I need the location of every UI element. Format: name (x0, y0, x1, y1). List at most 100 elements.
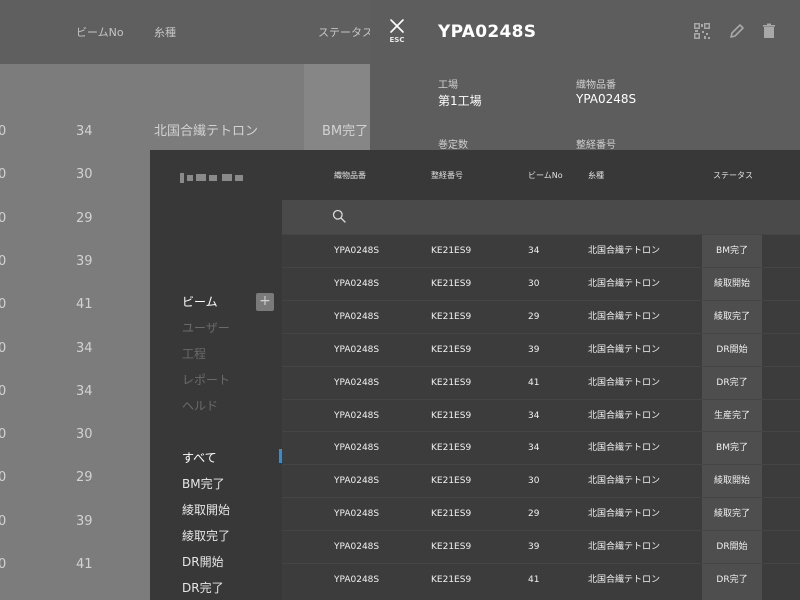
cell-fabric-no: YPA0248S (334, 278, 380, 289)
filter-dr-start[interactable]: DR開始 (182, 553, 224, 570)
bg-cell-lead: 0 (0, 297, 7, 313)
bg-cell-beam: 41 (76, 297, 93, 313)
cell-yarn: 北国合繊テトロン (588, 311, 661, 322)
cell-status: 生産完了 (713, 410, 750, 421)
qr-code-icon[interactable] (693, 22, 711, 40)
close-button[interactable]: ESC (386, 18, 408, 48)
edit-button[interactable] (728, 22, 746, 40)
cell-yarn: 北国合繊テトロン (588, 443, 661, 454)
cell-beam-no: 41 (528, 575, 540, 585)
cell-yarn: 北国合繊テトロン (588, 509, 661, 520)
bg-cell-beam: 30 (76, 427, 93, 443)
table-row[interactable]: YPA0248S KE21ES9 39 北国合繊テトロン DR開始 (282, 530, 800, 563)
cell-beam-no: 39 (528, 344, 540, 355)
table-row[interactable]: YPA0248S KE21ES9 30 北国合繊テトロン 綾取開始 (282, 464, 800, 497)
nav-item-heald[interactable]: ヘルド (182, 397, 218, 414)
bg-cell-lead: 0 (0, 167, 7, 183)
cell-beam-no: 41 (528, 377, 540, 388)
bg-cell-beam: 34 (76, 383, 93, 399)
bg-cell-lead: 0 (0, 557, 7, 572)
qr-code-button[interactable] (693, 22, 711, 40)
cell-warp-no: KE21ES9 (431, 410, 472, 421)
main-panel: ビーム + ユーザー 工程 レポート ヘルド すべて BM完了 綾取開始 綾取完… (150, 150, 800, 600)
field-label-roll-count: 巻定数 (438, 140, 468, 151)
search-row[interactable] (282, 200, 800, 234)
cell-yarn: 北国合繊テトロン (588, 542, 661, 553)
cell-yarn: 北国合繊テトロン (588, 575, 661, 585)
bg-cell-beam: 39 (76, 513, 93, 529)
bg-cell-beam: 39 (76, 253, 93, 269)
cell-beam-no: 34 (528, 443, 540, 454)
field-label-warp-no: 整経番号 (576, 140, 616, 151)
table-row[interactable]: YPA0248S KE21ES9 39 北国合繊テトロン DR開始 (282, 332, 800, 366)
cell-fabric-no: YPA0248S (334, 410, 380, 421)
bg-cell-yarn: 北国合繊テトロン (154, 124, 259, 139)
table-row[interactable]: YPA0248S KE21ES9 34 北国合繊テトロン BM完了 (282, 234, 800, 267)
field-label-fabric-no: 織物品番 (576, 80, 616, 91)
table-row[interactable]: YPA0248S KE21ES9 29 北国合繊テトロン 綾取完了 (282, 497, 800, 530)
column-header-warp-no[interactable]: 整経番号 (431, 170, 463, 181)
cell-warp-no: KE21ES9 (431, 476, 472, 487)
trash-icon[interactable] (760, 22, 778, 40)
cell-yarn: 北国合繊テトロン (588, 344, 661, 355)
cell-status: DR開始 (716, 344, 748, 355)
table-row[interactable]: YPA0248S KE21ES9 30 北国合繊テトロン 綾取開始 (282, 266, 800, 300)
cell-warp-no: KE21ES9 (431, 344, 472, 355)
table-header: 織物品番 整経番号 ビームNo 糸種 ステータス (282, 150, 800, 200)
cell-status: BM完了 (716, 443, 748, 454)
cell-warp-no: KE21ES9 (431, 278, 472, 289)
cell-beam-no: 29 (528, 509, 540, 520)
delete-button[interactable] (760, 22, 778, 40)
filter-bm-done[interactable]: BM完了 (182, 475, 225, 492)
filter-ayatori-start[interactable]: 綾取開始 (182, 501, 230, 518)
search-icon[interactable] (332, 209, 346, 223)
bg-cell-beam: 41 (76, 557, 93, 572)
table-row[interactable]: YPA0248S KE21ES9 34 北国合繊テトロン BM完了 (282, 431, 800, 464)
cell-fabric-no: YPA0248S (334, 575, 380, 585)
column-header-yarn[interactable]: 糸種 (588, 170, 604, 181)
nav-item-beam[interactable]: ビーム (182, 293, 218, 310)
cell-fabric-no: YPA0248S (334, 377, 380, 388)
filter-all[interactable]: すべて (182, 449, 217, 466)
cell-status: DR開始 (716, 542, 748, 553)
nav-item-process[interactable]: 工程 (182, 345, 206, 362)
bg-cell-lead: 0 (0, 513, 7, 529)
bg-cell-beam: 34 (76, 124, 93, 139)
cell-yarn: 北国合繊テトロン (588, 377, 661, 388)
field-value-fabric-no: YPA0248S (576, 92, 637, 106)
nav-item-users[interactable]: ユーザー (182, 319, 230, 336)
filter-ayatori-done[interactable]: 綾取完了 (182, 527, 230, 544)
logo (180, 173, 243, 183)
cell-warp-no: KE21ES9 (431, 509, 472, 520)
cell-fabric-no: YPA0248S (334, 509, 380, 520)
add-beam-button[interactable]: + (256, 293, 274, 311)
close-icon[interactable] (389, 18, 405, 34)
cell-yarn: 北国合繊テトロン (588, 476, 661, 487)
column-header-status[interactable]: ステータス (713, 170, 753, 181)
cell-status: BM完了 (716, 246, 748, 256)
bg-cell-beam: 29 (76, 210, 93, 226)
table-row[interactable]: YPA0248S KE21ES9 41 北国合繊テトロン DR完了 (282, 365, 800, 399)
field-value-factory: 第1工場 (438, 94, 482, 108)
cell-fabric-no: YPA0248S (334, 311, 380, 322)
filter-dr-done[interactable]: DR完了 (182, 579, 224, 596)
bg-table-row: 0 34 北国合繊テトロン BM完了 (0, 110, 380, 153)
cell-beam-no: 30 (528, 476, 540, 487)
table-row[interactable]: YPA0248S KE21ES9 29 北国合繊テトロン 綾取完了 (282, 299, 800, 333)
cell-fabric-no: YPA0248S (334, 476, 380, 487)
cell-beam-no: 29 (528, 311, 540, 322)
pencil-icon[interactable] (728, 22, 746, 40)
column-header-beam-no[interactable]: ビームNo (528, 170, 563, 181)
nav-item-report[interactable]: レポート (182, 371, 230, 388)
cell-beam-no: 34 (528, 410, 540, 421)
column-header-fabric-no[interactable]: 織物品番 (334, 170, 366, 181)
bg-cell-beam: 29 (76, 470, 93, 486)
plus-icon[interactable]: + (259, 293, 271, 309)
table-row[interactable]: YPA0248S KE21ES9 34 北国合繊テトロン 生産完了 (282, 398, 800, 432)
bg-cell-lead: 0 (0, 470, 7, 486)
bg-cell-lead: 0 (0, 124, 7, 139)
field-label-factory: 工場 (438, 80, 458, 91)
cell-status: 綾取完了 (713, 509, 750, 520)
cell-yarn: 北国合繊テトロン (588, 278, 661, 289)
table-row[interactable]: YPA0248S KE21ES9 41 北国合繊テトロン DR完了 (282, 563, 800, 596)
